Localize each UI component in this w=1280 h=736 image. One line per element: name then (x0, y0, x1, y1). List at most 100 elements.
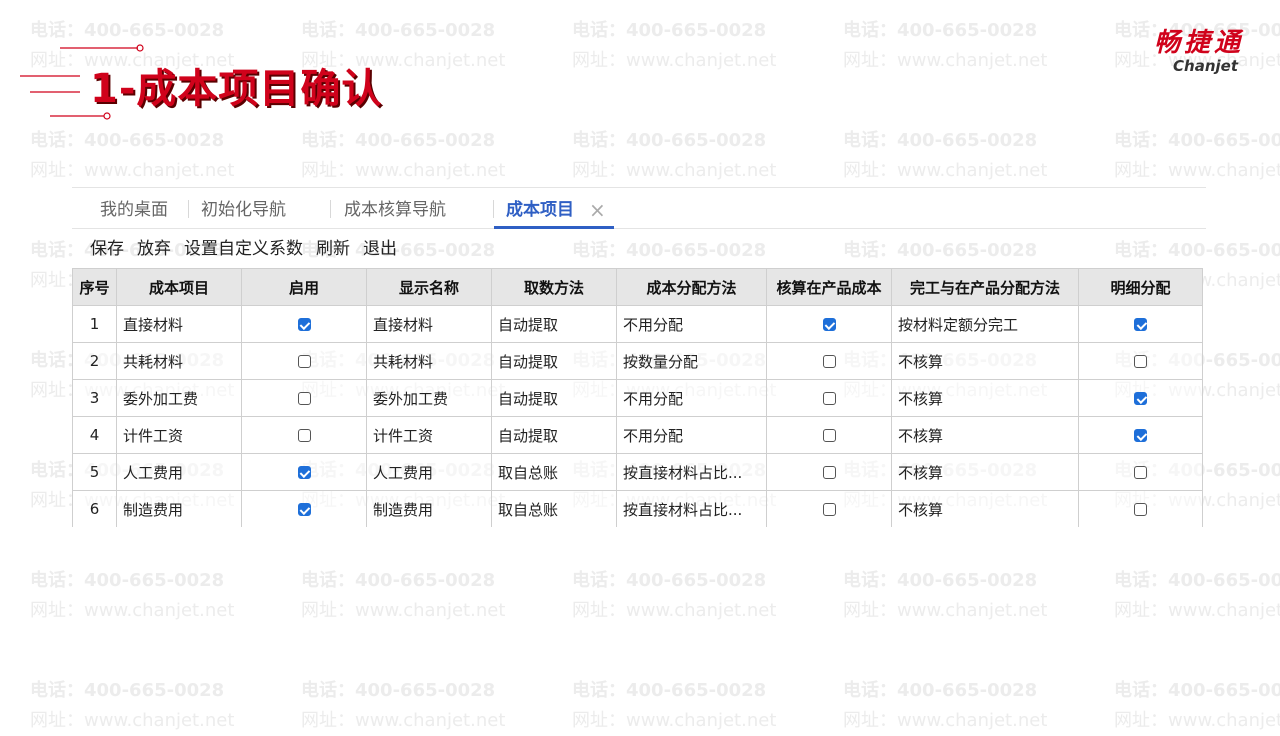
watermark-phone: 电话：400-665-0028 (30, 680, 225, 701)
custom-coefficient-button[interactable]: 设置自定义系数 (184, 239, 303, 259)
table-row[interactable]: 5 人工费用 人工费用 取自总账 按直接材料占比... 不核算 (72, 453, 1203, 491)
exit-button[interactable]: 退出 (363, 239, 397, 259)
wip-costing-checkbox[interactable] (822, 392, 836, 405)
tab-cost-items[interactable]: 成本项目 (494, 188, 614, 229)
allocation-method[interactable]: 按直接材料占比... (616, 490, 767, 527)
fetch-method[interactable]: 自动提取 (491, 342, 617, 380)
cost-item-name[interactable]: 制造费用 (116, 490, 242, 527)
wip-allocation-method[interactable]: 不核算 (891, 453, 1079, 491)
table-row[interactable]: 4 计件工资 计件工资 自动提取 不用分配 不核算 (72, 416, 1203, 454)
detail-allocation-checkbox[interactable] (1134, 392, 1147, 405)
display-name[interactable]: 共耗材料 (366, 342, 492, 380)
detail-allocation-checkbox[interactable] (1134, 318, 1147, 331)
wip-costing-checkbox[interactable] (822, 355, 836, 368)
enabled-checkbox[interactable] (297, 318, 311, 331)
discard-button[interactable]: 放弃 (137, 239, 171, 259)
watermark-site: 网址：www.chanjet.net (843, 600, 1048, 621)
watermark-site: 网址：www.chanjet.net (30, 600, 235, 621)
logo-cn-text: 畅捷通 (1153, 28, 1244, 58)
table-row[interactable]: 6 制造费用 制造费用 取自总账 按直接材料占比... 不核算 (72, 490, 1203, 527)
cost-item-name[interactable]: 共耗材料 (116, 342, 242, 380)
header-fetch-method[interactable]: 取数方法 (491, 268, 617, 306)
cost-item-name[interactable]: 直接材料 (116, 305, 242, 343)
header-cost-item[interactable]: 成本项目 (116, 268, 242, 306)
wip-allocation-method[interactable]: 按材料定额分完工 (891, 305, 1079, 343)
fetch-method[interactable]: 自动提取 (491, 379, 617, 417)
table-row[interactable]: 1 直接材料 直接材料 自动提取 不用分配 按材料定额分完工 (72, 305, 1203, 343)
enabled-cell (241, 305, 367, 343)
watermark-site: 网址：www.chanjet.net (30, 160, 235, 181)
wip-allocation-method[interactable]: 不核算 (891, 416, 1079, 454)
fetch-method[interactable]: 取自总账 (491, 453, 617, 491)
watermark-site: 网址：www.chanjet.net (572, 160, 777, 181)
display-name[interactable]: 制造费用 (366, 490, 492, 527)
fetch-method[interactable]: 自动提取 (491, 416, 617, 454)
wip-allocation-method[interactable]: 不核算 (891, 379, 1079, 417)
enabled-checkbox[interactable] (297, 392, 311, 405)
enabled-checkbox[interactable] (297, 503, 311, 516)
fetch-method[interactable]: 取自总账 (491, 490, 617, 527)
cost-item-name[interactable]: 委外加工费 (116, 379, 242, 417)
watermark-tile: 电话：400-665-0028 网址：www.chanjet.net (301, 676, 541, 736)
allocation-method[interactable]: 不用分配 (616, 416, 767, 454)
detail-allocation-checkbox[interactable] (1134, 503, 1147, 516)
detail-allocation-checkbox[interactable] (1134, 355, 1147, 368)
enabled-checkbox[interactable] (297, 355, 311, 368)
tab-init-nav[interactable]: 初始化导航 (201, 188, 286, 228)
display-name[interactable]: 计件工资 (366, 416, 492, 454)
wip-costing-checkbox[interactable] (822, 429, 836, 442)
detail-allocation-checkbox[interactable] (1134, 466, 1147, 479)
watermark-phone: 电话：400-665-0028 (572, 20, 767, 41)
watermark-site: 网址：www.chanjet.net (301, 710, 506, 731)
refresh-button[interactable]: 刷新 (316, 239, 350, 259)
display-name[interactable]: 委外加工费 (366, 379, 492, 417)
allocation-method[interactable]: 按数量分配 (616, 342, 767, 380)
display-name[interactable]: 人工费用 (366, 453, 492, 491)
logo-en-text: Chanjet (1173, 57, 1238, 75)
watermark-tile: 电话：400-665-0028 网址：www.chanjet.net (30, 566, 270, 626)
tab-my-desktop[interactable]: 我的桌面 (100, 188, 168, 228)
watermark-tile: 电话：400-665-0028 网址：www.chanjet.net (572, 16, 812, 76)
toolbar: 保存 放弃 设置自定义系数 刷新 退出 (90, 234, 410, 259)
watermark-tile: 电话：400-665-0028 网址：www.chanjet.net (1114, 566, 1280, 626)
wip-costing-cell (766, 490, 892, 527)
watermark-site: 网址：www.chanjet.net (1114, 600, 1280, 621)
header-allocation-method[interactable]: 成本分配方法 (616, 268, 767, 306)
watermark-phone: 电话：400-665-0028 (1114, 570, 1280, 591)
table-row[interactable]: 3 委外加工费 委外加工费 自动提取 不用分配 不核算 (72, 379, 1203, 417)
wip-costing-cell (766, 379, 892, 417)
save-button[interactable]: 保存 (90, 239, 124, 259)
fetch-method[interactable]: 自动提取 (491, 305, 617, 343)
watermark-site: 网址：www.chanjet.net (301, 160, 506, 181)
table-row[interactable]: 2 共耗材料 共耗材料 自动提取 按数量分配 不核算 (72, 342, 1203, 380)
cost-item-name[interactable]: 计件工资 (116, 416, 242, 454)
allocation-method[interactable]: 不用分配 (616, 305, 767, 343)
wip-allocation-method[interactable]: 不核算 (891, 342, 1079, 380)
header-enabled[interactable]: 启用 (241, 268, 367, 306)
enabled-checkbox[interactable] (297, 429, 311, 442)
header-no[interactable]: 序号 (72, 268, 117, 306)
watermark-phone: 电话：400-665-0028 (572, 680, 767, 701)
allocation-method[interactable]: 不用分配 (616, 379, 767, 417)
wip-allocation-method[interactable]: 不核算 (891, 490, 1079, 527)
detail-allocation-checkbox[interactable] (1134, 429, 1147, 442)
allocation-method[interactable]: 按直接材料占比... (616, 453, 767, 491)
enabled-checkbox[interactable] (297, 466, 311, 479)
tab-close-icon[interactable]: × (589, 188, 606, 228)
watermark-tile: 电话：400-665-0028 网址：www.chanjet.net (572, 126, 812, 186)
header-display-name[interactable]: 显示名称 (366, 268, 492, 306)
watermark-site: 网址：www.chanjet.net (843, 160, 1048, 181)
header-wip-costing[interactable]: 核算在产品成本 (766, 268, 892, 306)
header-detail-allocation[interactable]: 明细分配 (1078, 268, 1203, 306)
display-name[interactable]: 直接材料 (366, 305, 492, 343)
wip-costing-checkbox[interactable] (822, 466, 836, 479)
watermark-tile: 电话：400-665-0028 网址：www.chanjet.net (572, 566, 812, 626)
watermark-tile: 电话：400-665-0028 网址：www.chanjet.net (30, 126, 270, 186)
tab-cost-nav[interactable]: 成本核算导航 (344, 188, 446, 228)
header-wip-allocation-method[interactable]: 完工与在产品分配方法 (891, 268, 1079, 306)
wip-costing-checkbox[interactable] (822, 503, 836, 516)
enabled-cell (241, 342, 367, 380)
wip-costing-checkbox[interactable] (822, 318, 836, 331)
cost-item-name[interactable]: 人工费用 (116, 453, 242, 491)
enabled-cell (241, 453, 367, 491)
